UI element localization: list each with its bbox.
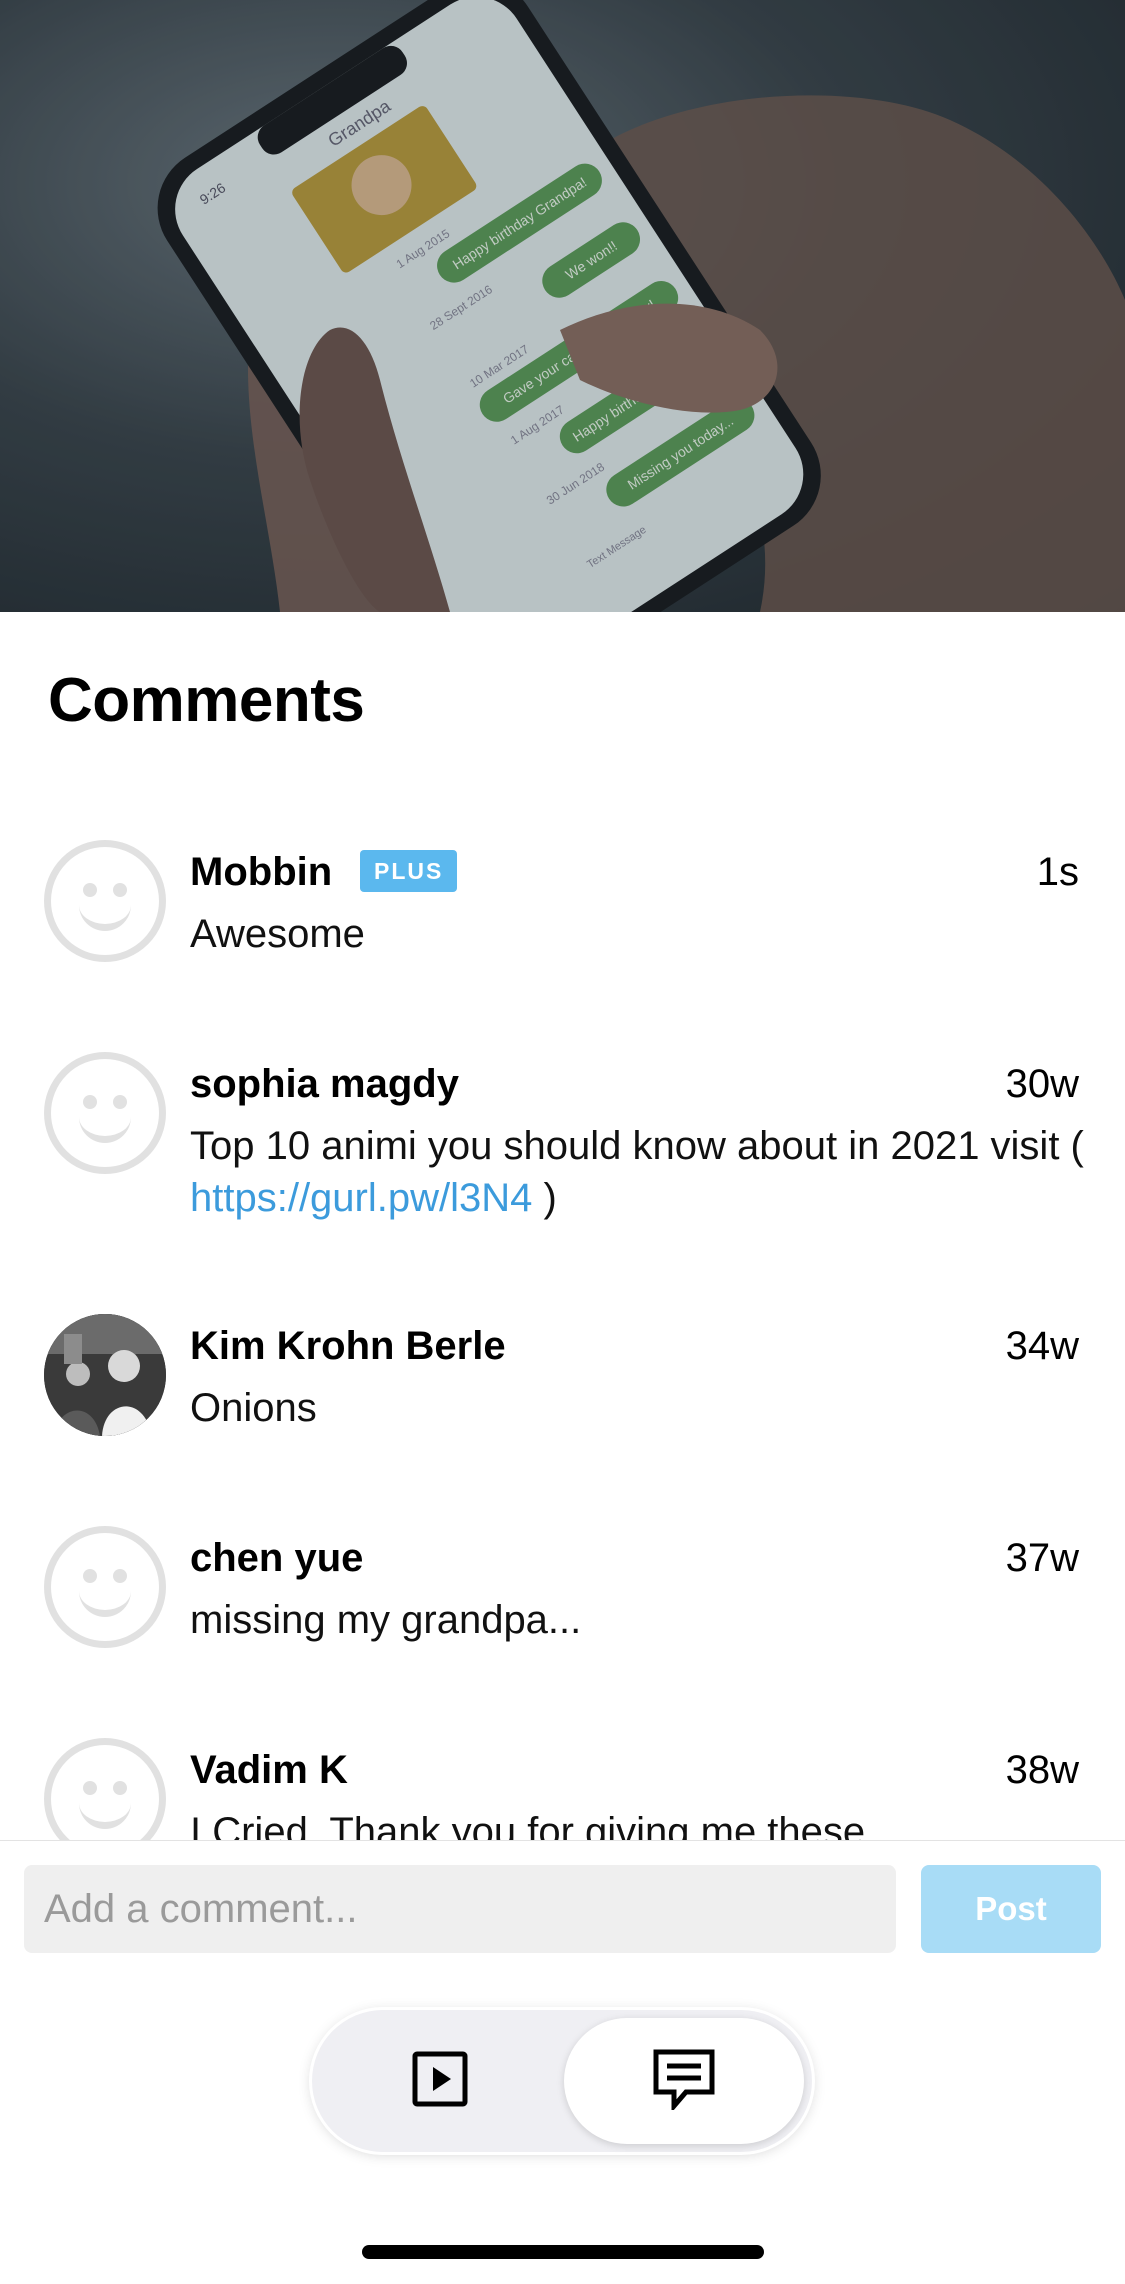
comment-item: Vadim K 38w I Cried. Thank you for givin… xyxy=(0,1688,1125,1840)
comment-composer: Post xyxy=(0,1840,1125,1970)
comment-item: Mobbin PLUS 1s Awesome xyxy=(0,790,1125,1002)
comment-author[interactable]: chen yue xyxy=(190,1530,363,1586)
comment-time: 37w xyxy=(1005,1536,1079,1580)
comment-lines-icon xyxy=(652,2048,716,2115)
avatar-photo xyxy=(44,1314,166,1436)
play-square-icon xyxy=(411,2050,469,2113)
comments-tab-button[interactable] xyxy=(564,2018,804,2144)
comment-text: Onions xyxy=(190,1386,317,1430)
comment-text-tail: ) xyxy=(532,1176,557,1220)
video-hero-image[interactable]: 9:26 Grandpa 1 Aug 2015 Happy birthday G… xyxy=(0,0,1125,612)
home-indicator[interactable] xyxy=(362,2245,764,2259)
comment-item: Kim Krohn Berle 34w Onions xyxy=(0,1264,1125,1476)
avatar[interactable] xyxy=(44,1314,166,1436)
avatar[interactable] xyxy=(44,1738,166,1840)
view-switcher xyxy=(312,2010,812,2152)
comment-text: missing my grandpa... xyxy=(190,1598,582,1642)
comment-text: I Cried. Thank you for giving me these xyxy=(190,1810,866,1840)
comment-author[interactable]: sophia magdy xyxy=(190,1056,459,1112)
comment-time: 1s xyxy=(1036,850,1079,894)
comment-time: 34w xyxy=(1005,1324,1079,1368)
comment-author[interactable]: Mobbin xyxy=(190,844,332,900)
comment-text: Awesome xyxy=(190,912,365,956)
comment-input[interactable] xyxy=(24,1865,896,1953)
comment-link[interactable]: https://gurl.pw/l3N4 xyxy=(190,1176,532,1220)
comment-time: 38w xyxy=(1005,1748,1079,1792)
comment-author[interactable]: Vadim K xyxy=(190,1742,348,1798)
plus-badge: PLUS xyxy=(360,850,458,892)
avatar[interactable] xyxy=(44,840,166,962)
avatar[interactable] xyxy=(44,1526,166,1648)
video-tab-button[interactable] xyxy=(320,2018,560,2144)
comment-list[interactable]: Mobbin PLUS 1s Awesome sophia magdy 30w … xyxy=(0,790,1125,1840)
avatar[interactable] xyxy=(44,1052,166,1174)
comment-time: 30w xyxy=(1005,1062,1079,1106)
comment-author[interactable]: Kim Krohn Berle xyxy=(190,1318,506,1374)
comments-title: Comments xyxy=(48,666,365,735)
comment-text: Top 10 animi you should know about in 20… xyxy=(190,1120,1090,1224)
comment-item: sophia magdy 30w Top 10 animi you should… xyxy=(0,1002,1125,1264)
post-button[interactable]: Post xyxy=(921,1865,1101,1953)
comment-item: chen yue 37w missing my grandpa... xyxy=(0,1476,1125,1688)
comment-text-body: Top 10 animi you should know about in 20… xyxy=(190,1124,1084,1168)
hero-illustration: 9:26 Grandpa 1 Aug 2015 Happy birthday G… xyxy=(0,0,1125,612)
